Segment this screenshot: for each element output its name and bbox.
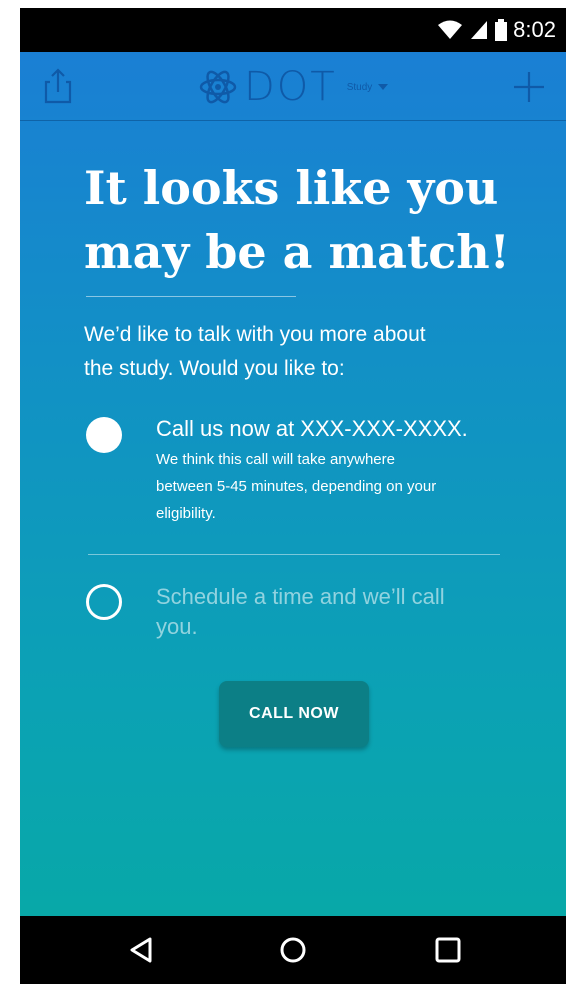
option-call-now-text: Call us now at XXX-XXX-XXXX. We think th… bbox=[156, 414, 526, 527]
share-button[interactable] bbox=[40, 66, 76, 106]
option-call-now-description: We think this call will take anywhere be… bbox=[156, 446, 526, 527]
study-selector-label: Study bbox=[346, 81, 373, 93]
radio-schedule[interactable] bbox=[86, 584, 122, 620]
battery-icon bbox=[495, 19, 508, 41]
recents-button[interactable] bbox=[428, 930, 468, 970]
app-bar: DOT Study bbox=[20, 52, 566, 121]
wifi-icon bbox=[438, 20, 463, 39]
navigation-bar bbox=[20, 916, 566, 984]
intro-text: We’d like to talk with you more about th… bbox=[84, 318, 514, 386]
option-schedule-text: Schedule a time and we’ll call you. bbox=[156, 582, 526, 642]
desc-line-2: between 5-45 minutes, depending on your bbox=[156, 478, 437, 495]
add-button[interactable] bbox=[512, 70, 546, 104]
radio-call-now-selected[interactable] bbox=[86, 417, 122, 453]
share-icon bbox=[44, 68, 72, 104]
option-call-now-title: Call us now at XXX-XXX-XXXX. bbox=[156, 416, 468, 441]
desc-line-1: We think this call will take anywhere bbox=[156, 451, 395, 468]
status-time: 8:02 bbox=[513, 17, 556, 42]
plus-icon bbox=[514, 72, 544, 102]
option-schedule-title-line-1: Schedule a time and we’ll call bbox=[156, 584, 445, 609]
atom-logo-icon bbox=[199, 70, 237, 104]
app-logo: DOT Study bbox=[198, 62, 389, 112]
option-schedule-title-line-2: you. bbox=[156, 614, 198, 639]
option-call-now[interactable]: Call us now at XXX-XXX-XXXX. We think th… bbox=[86, 414, 526, 534]
back-button[interactable] bbox=[122, 930, 162, 970]
page-title: It looks like you may be a match! bbox=[84, 156, 524, 284]
study-selector[interactable]: Study bbox=[347, 82, 389, 93]
intro-line-1: We’d like to talk with you more about bbox=[84, 323, 426, 346]
status-bar: 8:02 bbox=[20, 8, 566, 52]
home-button[interactable] bbox=[273, 930, 313, 970]
intro-line-2: the study. Would you like to: bbox=[84, 357, 345, 380]
option-schedule[interactable]: Schedule a time and we’ll call you. bbox=[86, 582, 526, 646]
dropdown-caret-icon bbox=[378, 84, 389, 90]
phone-frame: 8:02 DOT Study It looks like you may be … bbox=[0, 0, 571, 988]
option-divider bbox=[88, 554, 500, 555]
back-icon bbox=[130, 937, 152, 963]
recents-icon bbox=[435, 937, 461, 963]
headline-line-2: may be a match! bbox=[84, 225, 510, 279]
status-icons: 8:02 bbox=[437, 8, 556, 52]
call-now-button[interactable]: CALL NOW bbox=[219, 681, 369, 747]
home-icon bbox=[280, 937, 306, 963]
logo-text: DOT bbox=[244, 64, 337, 110]
headline-line-1: It looks like you bbox=[84, 161, 499, 215]
desc-line-3: eligibility. bbox=[156, 505, 216, 522]
signal-icon bbox=[471, 21, 488, 39]
headline-divider bbox=[86, 296, 296, 297]
app-screen: DOT Study It looks like you may be a mat… bbox=[20, 52, 566, 916]
